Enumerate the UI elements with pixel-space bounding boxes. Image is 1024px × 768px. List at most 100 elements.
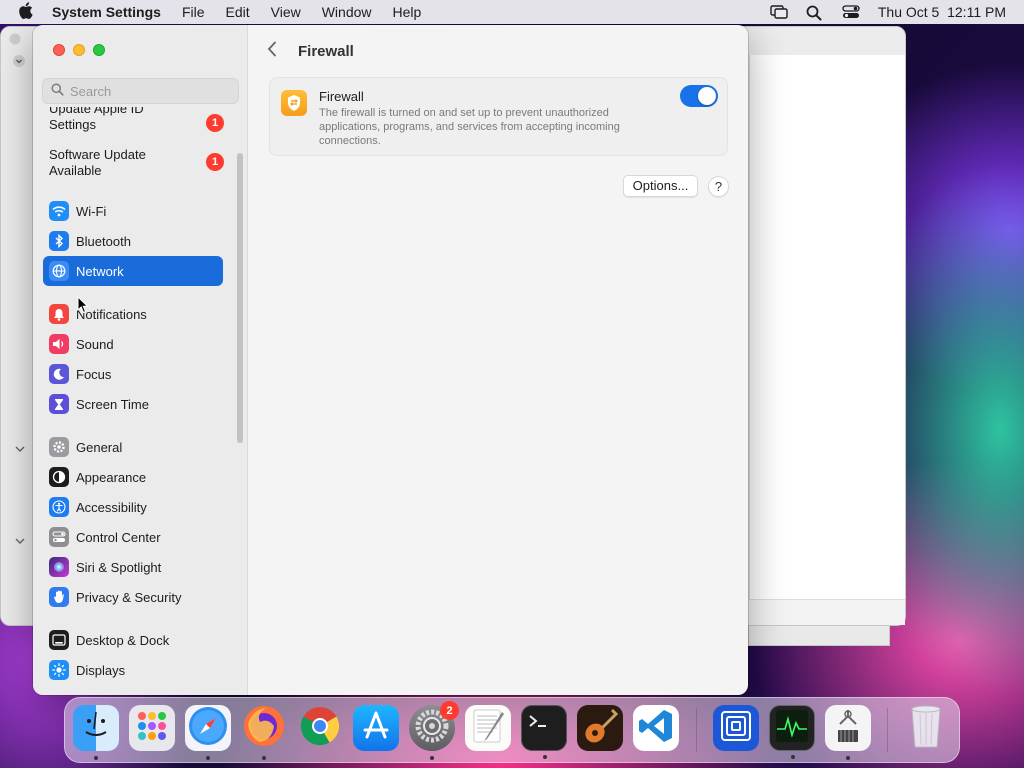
sidebar-item-displays[interactable]: Displays <box>43 655 223 685</box>
dock-firefox[interactable] <box>241 704 287 760</box>
sidebar-item-general[interactable]: General <box>43 432 223 462</box>
dock-activity-monitor[interactable] <box>769 705 815 759</box>
dock-system-settings[interactable]: 2 <box>409 701 459 760</box>
screen-mirroring-icon[interactable] <box>770 5 788 19</box>
moon-icon <box>49 364 69 384</box>
control-center-icon <box>49 527 69 547</box>
dock-icon <box>49 630 69 650</box>
sidebar-item-bluetooth[interactable]: Bluetooth <box>43 226 223 256</box>
sidebar-item-control-center[interactable]: Control Center <box>43 522 223 552</box>
running-indicator <box>543 755 547 759</box>
firewall-icon <box>281 90 307 116</box>
bell-icon <box>49 304 69 324</box>
dock-app-store[interactable] <box>353 705 399 751</box>
sidebar-item-apple-id-update[interactable]: Update Apple ID Settings 1 <box>49 107 224 139</box>
background-window-close-icon <box>9 33 21 48</box>
control-center-menu-icon[interactable] <box>842 5 860 19</box>
sidebar-item-focus[interactable]: Focus <box>43 359 223 389</box>
gear-icon <box>49 437 69 457</box>
sidebar-item-screen-time[interactable]: Screen Time <box>43 389 223 419</box>
dock-badge: 2 <box>440 701 459 720</box>
sidebar-item-label: Sound <box>76 336 114 352</box>
back-button[interactable] <box>267 40 283 63</box>
dock-launchpad[interactable] <box>129 705 175 751</box>
chevron-down-icon <box>15 445 25 456</box>
apple-menu-icon[interactable] <box>18 1 38 23</box>
dock: 2 <box>64 697 960 763</box>
chrome-icon <box>299 705 341 752</box>
firewall-description: The firewall is turned on and set up to … <box>319 107 620 147</box>
sidebar-item-label: Siri & Spotlight <box>76 559 162 575</box>
siri-icon <box>49 557 69 577</box>
running-indicator <box>430 756 434 760</box>
background-window-footer <box>749 599 905 625</box>
sidebar-item-label: Bluetooth <box>76 233 131 249</box>
dock-garageband[interactable] <box>577 705 623 751</box>
dock-separator <box>887 708 888 752</box>
page-title: Firewall <box>298 43 354 60</box>
finder-icon <box>76 706 116 751</box>
sidebar-item-label: General <box>76 439 123 455</box>
menu-help[interactable]: Help <box>393 4 422 20</box>
spotlight-search-icon[interactable] <box>806 5 824 21</box>
sidebar-item-accessibility[interactable]: Accessibility <box>43 492 223 522</box>
sidebar-item-label: Appearance <box>76 469 147 485</box>
chevron-down-icon <box>15 537 25 548</box>
dock-vscode[interactable] <box>633 705 679 751</box>
minimize-button[interactable] <box>73 44 85 56</box>
menu-view[interactable]: View <box>271 4 301 20</box>
sidebar-item-label: Privacy & Security <box>76 589 182 605</box>
close-button[interactable] <box>53 44 65 56</box>
sidebar-item-appearance[interactable]: Appearance <box>43 462 223 492</box>
sidebar-item-label: Desktop & Dock <box>76 632 170 648</box>
menu-edit[interactable]: Edit <box>226 4 250 20</box>
sidebar-item-software-update[interactable]: Software Update Available 1 <box>49 147 224 179</box>
sidebar-item-label: Network <box>76 263 124 279</box>
sidebar-item-label: Control Center <box>76 529 161 545</box>
menu-window[interactable]: Window <box>322 4 372 20</box>
screens-icon <box>719 709 753 748</box>
firefox-icon <box>242 704 286 753</box>
trash-icon <box>906 703 946 754</box>
sidebar-item-wifi[interactable]: Wi-Fi <box>43 196 223 226</box>
sidebar-item-sound[interactable]: Sound <box>43 329 223 359</box>
zoom-button[interactable] <box>93 44 105 56</box>
sidebar-item-notifications[interactable]: Notifications <box>43 299 223 329</box>
globe-icon <box>49 261 69 281</box>
options-button[interactable]: Options... <box>623 175 698 197</box>
running-indicator <box>846 756 850 760</box>
search-input[interactable] <box>70 83 230 99</box>
dock-textedit[interactable] <box>465 705 511 751</box>
menu-clock[interactable]: Thu Oct 5 12:11 PM <box>878 4 1006 20</box>
sidebar-item-label: Accessibility <box>76 499 147 515</box>
dock-trash[interactable] <box>903 705 949 751</box>
sidebar-scrollbar[interactable] <box>237 153 243 443</box>
sidebar-item-label: Displays <box>76 662 126 678</box>
menu-file[interactable]: File <box>182 4 205 20</box>
firewall-toggle[interactable] <box>680 85 718 107</box>
sidebar-item-desktop-dock[interactable]: Desktop & Dock <box>43 625 223 655</box>
dock-terminal[interactable] <box>521 705 567 759</box>
sidebar-item-network[interactable]: Network <box>43 256 223 286</box>
menu-app-name[interactable]: System Settings <box>52 4 161 20</box>
toggle-knob <box>698 87 716 105</box>
dock-system-information[interactable] <box>825 705 871 760</box>
help-button[interactable]: ? <box>708 176 729 197</box>
menu-bar: System Settings File Edit View Window He… <box>0 0 1024 24</box>
sidebar-item-siri-spotlight[interactable]: Siri & Spotlight <box>43 552 223 582</box>
dock-finder[interactable] <box>73 705 119 760</box>
dock-screens[interactable] <box>713 705 759 751</box>
notification-badge: 1 <box>206 114 224 132</box>
window-controls <box>53 44 105 56</box>
running-indicator <box>94 756 98 760</box>
sidebar-item-label: Update Apple ID Settings <box>49 107 144 132</box>
dock-chrome[interactable] <box>297 705 343 751</box>
dock-safari[interactable] <box>185 705 231 760</box>
sidebar-item-privacy-security[interactable]: Privacy & Security <box>43 582 223 612</box>
running-indicator <box>262 756 266 760</box>
sun-icon <box>49 660 69 680</box>
accessibility-icon <box>49 497 69 517</box>
main-content: Firewall Firewall The firewall is turned… <box>249 25 748 695</box>
running-indicator <box>206 756 210 760</box>
launchpad-icon <box>134 708 170 749</box>
